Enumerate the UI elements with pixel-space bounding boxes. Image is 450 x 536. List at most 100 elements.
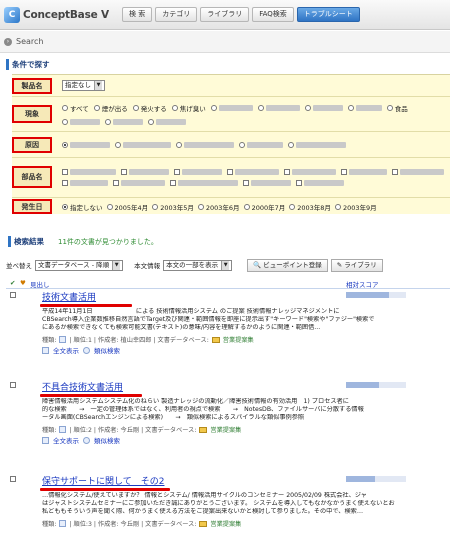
product-value: 指定なし ▼	[62, 75, 450, 96]
cause-option[interactable]	[62, 141, 110, 148]
date-option-none[interactable]: 指定しない	[62, 202, 103, 212]
part-option[interactable]	[227, 169, 279, 175]
option-blurred[interactable]	[210, 105, 253, 111]
option-smoke[interactable]: 煙が出る	[93, 103, 128, 113]
date-option[interactable]: 2003年5月	[152, 202, 194, 212]
redacted-text	[312, 105, 343, 111]
part-option[interactable]	[243, 180, 291, 186]
headline-sort-link[interactable]: 見出し	[30, 279, 50, 289]
option-blurred[interactable]	[105, 119, 143, 125]
cause-option[interactable]	[288, 141, 346, 148]
product-select[interactable]: 指定なし ▼	[62, 80, 105, 91]
similar-search-link[interactable]: 類似検索	[94, 345, 120, 355]
tab-category[interactable]: カテゴリ	[155, 7, 198, 22]
option-food[interactable]: 食品	[386, 103, 408, 113]
redacted-text	[70, 119, 100, 125]
part-option[interactable]	[62, 180, 108, 186]
sort-select[interactable]: 文書データベース - 降順 ▼	[35, 259, 124, 271]
part-option[interactable]	[170, 180, 238, 186]
body-info-select[interactable]: 本文の一部を表示 ▼	[163, 259, 233, 271]
pencil-icon: ✎	[336, 260, 343, 269]
date-option[interactable]: 2005年4月	[106, 202, 148, 212]
date-option[interactable]: 2003年8月	[289, 202, 331, 212]
radio-icon	[106, 203, 113, 210]
viewpoint-button[interactable]: 🔍 ビューポイント登録	[247, 258, 328, 272]
radio-icon	[62, 105, 68, 111]
part-option[interactable]	[121, 169, 169, 175]
cause-option[interactable]	[239, 141, 283, 148]
radio-icon	[62, 119, 68, 125]
option-label: 焦げ臭い	[179, 105, 206, 113]
library-button[interactable]: ✎ ライブラリ	[330, 258, 383, 272]
redacted-text	[251, 180, 291, 186]
radio-icon	[105, 119, 111, 125]
full-text-link[interactable]: 全文表示	[53, 345, 79, 355]
option-blurred[interactable]	[347, 105, 382, 111]
option-blurred[interactable]	[62, 119, 100, 125]
part-option[interactable]	[174, 169, 222, 175]
search-header: › Search	[0, 31, 450, 53]
folder-icon	[199, 520, 208, 527]
condition-row-date: 発生日 指定しない 2005年4月 2003年5月 2003年6月 2000年7…	[12, 198, 450, 215]
result-checkbox[interactable]	[10, 382, 16, 388]
magnifier-icon: 🔍	[253, 260, 262, 269]
option-blurred[interactable]	[304, 105, 343, 111]
date-option[interactable]: 2003年6月	[197, 202, 240, 212]
part-option[interactable]	[62, 169, 116, 175]
result-title-link[interactable]: 不具合技術文書活用	[42, 380, 123, 393]
radio-icon	[132, 105, 139, 111]
radio-icon	[115, 141, 121, 148]
similar-search-link[interactable]: 類似検索	[94, 435, 120, 445]
heart-icon: ♥	[20, 279, 26, 287]
result-snippet: …情報化システム/使えていますか？ 情報とシステム/ 情報活用サイクルのコンセミ…	[42, 492, 367, 499]
option-burnt-smell[interactable]: 焦げ臭い	[171, 103, 206, 113]
option-all[interactable]: すべて	[62, 103, 89, 113]
full-text-link[interactable]: 全文表示	[53, 435, 79, 445]
radio-icon	[304, 105, 311, 111]
result-title-link[interactable]: 保守サポートに関して その2	[42, 474, 164, 487]
body-info-select-value: 本文の一部を表示	[166, 260, 219, 269]
database-link[interactable]: 営業提案集	[223, 335, 254, 344]
parts-options	[62, 158, 450, 197]
doc-icon	[42, 346, 49, 354]
dropdown-arrow-icon: ▼	[112, 260, 121, 270]
tab-faq[interactable]: FAQ検索	[252, 7, 294, 22]
results-summary: 検索結果 11件の文書が見つかりました。	[8, 236, 158, 247]
tab-library[interactable]: ライブラリ	[200, 7, 250, 22]
radio-icon	[239, 141, 245, 148]
conditions-panel: 製品名 指定なし ▼ 現象 すべて 煙が出る 発火する 焦げ臭い 食品 原因 部…	[12, 74, 450, 214]
radio-icon	[334, 203, 341, 210]
part-option[interactable]	[392, 169, 444, 175]
tab-trouble-sheet[interactable]: トラブルシート	[296, 7, 360, 22]
redacted-text	[400, 169, 444, 175]
radio-icon	[210, 105, 217, 111]
result-checkbox[interactable]	[10, 476, 16, 482]
date-option[interactable]: 2003年9月	[334, 202, 377, 212]
tab-search[interactable]: 検 索	[122, 7, 153, 22]
score-sort-link[interactable]: 相対スコア	[346, 279, 379, 289]
doc-icon	[59, 336, 67, 343]
redacted-text	[113, 119, 143, 125]
result-checkbox[interactable]	[10, 292, 16, 298]
option-fire[interactable]: 発火する	[132, 103, 167, 113]
part-option[interactable]	[113, 180, 165, 186]
date-option[interactable]: 2000年7月	[243, 202, 285, 212]
option-blurred[interactable]	[257, 105, 300, 111]
checkbox-icon	[121, 169, 127, 175]
option-blurred[interactable]	[148, 119, 186, 125]
part-option[interactable]	[296, 180, 344, 186]
part-option[interactable]	[341, 169, 387, 175]
redacted-text	[218, 105, 253, 111]
label-parts: 部品名	[12, 166, 52, 188]
result-title-link[interactable]: 技術文書活用	[42, 290, 96, 303]
redacted-text	[70, 141, 110, 148]
database-link[interactable]: 営業提案集	[210, 425, 241, 434]
database-link[interactable]: 営業提案集	[210, 519, 241, 528]
cause-option[interactable]	[115, 141, 171, 148]
part-option[interactable]	[284, 169, 336, 175]
radio-icon	[93, 105, 100, 111]
redacted-text	[178, 180, 238, 186]
label-phenomenon: 現象	[12, 105, 52, 123]
cause-option[interactable]	[176, 141, 234, 148]
condition-row-phenomenon: 現象 すべて 煙が出る 発火する 焦げ臭い 食品	[12, 97, 450, 132]
